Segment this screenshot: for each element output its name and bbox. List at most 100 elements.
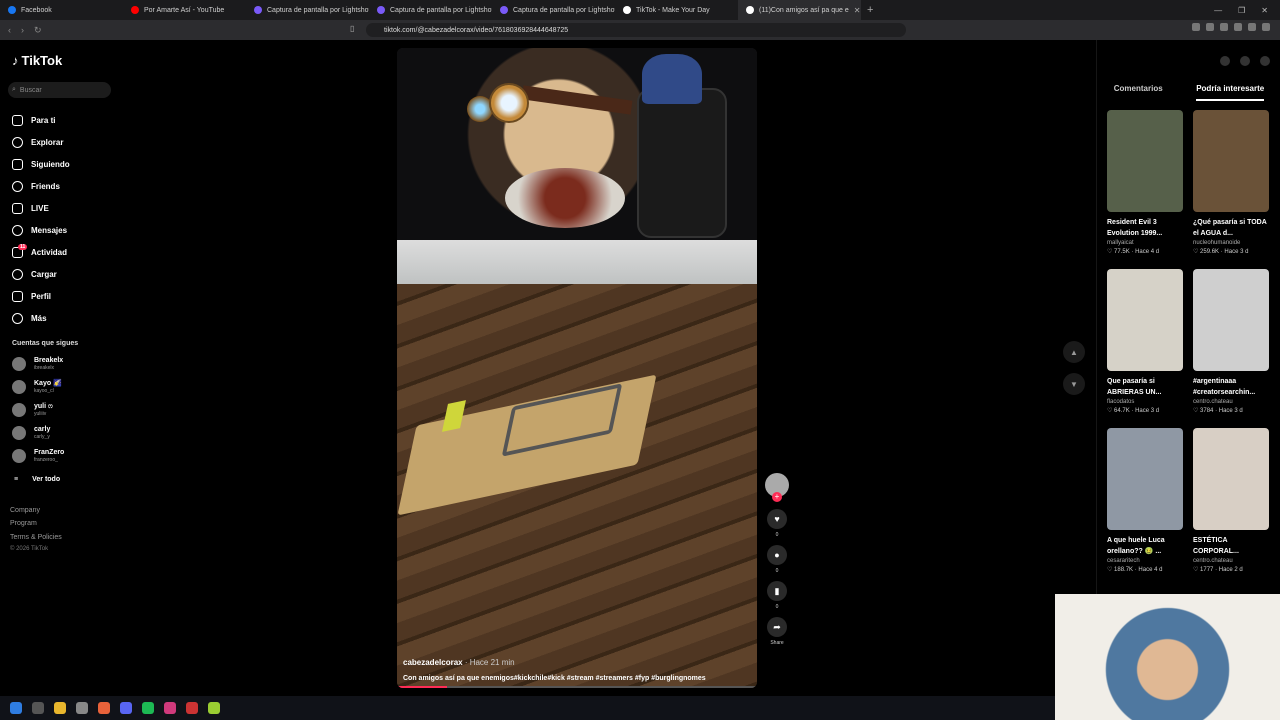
search-input[interactable]: ⌕ Buscar — [8, 82, 111, 98]
extension-icon[interactable] — [1206, 23, 1214, 31]
browser-tab[interactable]: Captura de pantalla por Lightshot — [369, 0, 492, 20]
app-icon[interactable] — [186, 702, 198, 714]
share-icon[interactable]: ➦ — [767, 617, 787, 637]
close-tab-icon[interactable]: ✕ — [854, 6, 861, 15]
recommended-video-card[interactable]: Resident Evil 3 Evolution 1999... mallyai… — [1107, 110, 1183, 255]
tiktok-logo[interactable]: ♪ TikTok — [12, 53, 62, 68]
follow-plus-icon[interactable]: + — [772, 492, 782, 502]
card-likes: 77.5K — [1114, 249, 1130, 255]
card-author[interactable]: centro.chateau — [1193, 399, 1269, 405]
nav-item[interactable]: LIVE — [12, 203, 49, 214]
back-icon[interactable]: ‹ — [8, 25, 11, 36]
nav-item[interactable]: Cargar — [12, 269, 57, 280]
coin-icon[interactable] — [1220, 56, 1230, 66]
forward-icon[interactable]: › — [21, 25, 24, 36]
browser-tab[interactable]: (11)Con amigos así pa que e ✕ — [738, 0, 861, 20]
card-title[interactable]: ESTÉTICA CORPORAL... — [1193, 535, 1269, 557]
comment-icon[interactable]: ● — [767, 545, 787, 565]
browser-tab[interactable]: Captura de pantalla por Lightshot — [246, 0, 369, 20]
card-author[interactable]: nucleohumanoide — [1193, 240, 1269, 246]
search-taskbar-icon[interactable] — [32, 702, 44, 714]
extension-icon[interactable] — [1220, 23, 1228, 31]
nav-item[interactable]: Siguiendo — [12, 159, 70, 170]
footer-program[interactable]: Program — [10, 520, 37, 527]
browser-tab[interactable]: Facebook — [0, 0, 123, 20]
browser-tab[interactable]: Captura de pantalla por Lightshot — [492, 0, 615, 20]
recommended-video-card[interactable]: A que huele Luca orellano?? 🤢 ... cesarar… — [1107, 428, 1183, 573]
minimize-icon[interactable]: — — [1214, 6, 1222, 15]
app-icon[interactable] — [164, 702, 176, 714]
nav-item[interactable]: Perfil — [12, 291, 51, 302]
video-description: Con amigos así pa que enemigos#kickchile… — [403, 675, 706, 682]
card-title[interactable]: A que huele Luca orellano?? 🤢 ... — [1107, 535, 1183, 557]
video-thumbnail[interactable] — [1193, 428, 1269, 530]
author-avatar[interactable]: + — [765, 473, 789, 502]
nav-item[interactable]: Explorar — [12, 137, 63, 148]
extension-icon[interactable] — [1234, 23, 1242, 31]
device-icon[interactable] — [1240, 56, 1250, 66]
new-tab-button[interactable]: + — [861, 4, 879, 16]
spotify-icon[interactable] — [142, 702, 154, 714]
bookmark-icon[interactable]: ▯ — [350, 24, 354, 33]
app-icon[interactable] — [76, 702, 88, 714]
footer-company[interactable]: Company — [10, 507, 40, 514]
brave-icon[interactable] — [98, 702, 110, 714]
heart-icon[interactable]: ♥ — [767, 509, 787, 529]
menu-icon[interactable] — [1262, 23, 1270, 31]
tab-recommended[interactable]: Podría interesarte — [1196, 84, 1265, 101]
video-thumbnail[interactable] — [1193, 269, 1269, 371]
video-thumbnail[interactable] — [1107, 110, 1183, 212]
account-text: Kayo 🌠 kayoo_cl — [34, 380, 62, 394]
card-author[interactable]: flacodatos — [1107, 399, 1183, 405]
following-account[interactable]: yuli ෆ yuliiiv — [12, 403, 53, 417]
video-thumbnail[interactable] — [1107, 428, 1183, 530]
nav-label: Explorar — [31, 138, 64, 147]
card-author[interactable]: cesararitech — [1107, 558, 1183, 564]
url-field[interactable]: tiktok.com/@cabezadelcorax/video/7618036… — [366, 23, 906, 37]
nav-item[interactable]: 11 Actividad — [12, 244, 67, 258]
nav-item[interactable]: Friends — [12, 181, 60, 192]
user-avatar[interactable] — [1260, 56, 1270, 66]
following-account[interactable]: carly carly_y — [12, 426, 50, 440]
following-account[interactable]: FranZero franzeroo_ — [12, 449, 64, 463]
recommended-video-card[interactable]: ¿Qué pasaría si TODA el AGUA d... nucleoh… — [1193, 110, 1269, 255]
video-progress[interactable] — [397, 686, 757, 688]
video-thumbnail[interactable] — [1193, 110, 1269, 212]
footer-terms[interactable]: Terms & Policies — [10, 534, 62, 541]
recommended-video-card[interactable]: Que pasaría si ABRIERAS UN... flacodatos ♡… — [1107, 269, 1183, 414]
card-author[interactable]: centro.chateau — [1193, 558, 1269, 564]
card-title[interactable]: ¿Qué pasaría si TODA el AGUA d... — [1193, 217, 1269, 239]
browser-tab[interactable]: TikTok - Make Your Day — [615, 0, 738, 20]
video-player[interactable]: cabezadelcorax · Hace 21 min Con amigos … — [397, 48, 757, 688]
card-title[interactable]: Que pasaría si ABRIERAS UN... — [1107, 376, 1183, 398]
reload-icon[interactable]: ↻ — [34, 25, 42, 36]
card-title[interactable]: Resident Evil 3 Evolution 1999... — [1107, 217, 1183, 239]
card-title[interactable]: #argentinaaa #creatorsearchin... — [1193, 376, 1269, 398]
windows-start-icon[interactable] — [10, 702, 22, 714]
scroll-down-button[interactable]: ▼ — [1063, 373, 1085, 395]
video-thumbnail[interactable] — [1107, 269, 1183, 371]
maximize-icon[interactable]: ❐ — [1238, 6, 1245, 15]
recommended-video-card[interactable]: #argentinaaa #creatorsearchin... centro.c… — [1193, 269, 1269, 414]
following-account[interactable]: Kayo 🌠 kayoo_cl — [12, 380, 62, 394]
following-account[interactable]: Breakelx ibreakelx — [12, 357, 63, 371]
see-all-button[interactable]: ≡ Ver todo — [14, 476, 60, 483]
nav-item[interactable]: Para ti — [12, 115, 55, 126]
video-author[interactable]: cabezadelcorax — [403, 658, 463, 667]
scroll-up-button[interactable]: ▲ — [1063, 341, 1085, 363]
folder-icon[interactable] — [54, 702, 66, 714]
extension-icon[interactable] — [1192, 23, 1200, 31]
bookmark-icon[interactable]: ▮ — [767, 581, 787, 601]
tab-comments[interactable]: Comentarios — [1114, 84, 1163, 101]
extension-icon[interactable] — [1248, 23, 1256, 31]
close-window-icon[interactable]: ✕ — [1261, 6, 1268, 15]
recommended-video-card[interactable]: ESTÉTICA CORPORAL... centro.chateau ♡ 1777… — [1193, 428, 1269, 573]
search-placeholder: Buscar — [19, 86, 42, 94]
tab-title: (11)Con amigos así pa que e — [759, 6, 849, 14]
app-icon[interactable] — [208, 702, 220, 714]
browser-tab[interactable]: Por Amarte Así - YouTube — [123, 0, 246, 20]
nav-item[interactable]: Mensajes — [12, 225, 67, 236]
card-author[interactable]: mallyaicat — [1107, 240, 1183, 246]
nav-item[interactable]: Más — [12, 313, 47, 324]
discord-icon[interactable] — [120, 702, 132, 714]
